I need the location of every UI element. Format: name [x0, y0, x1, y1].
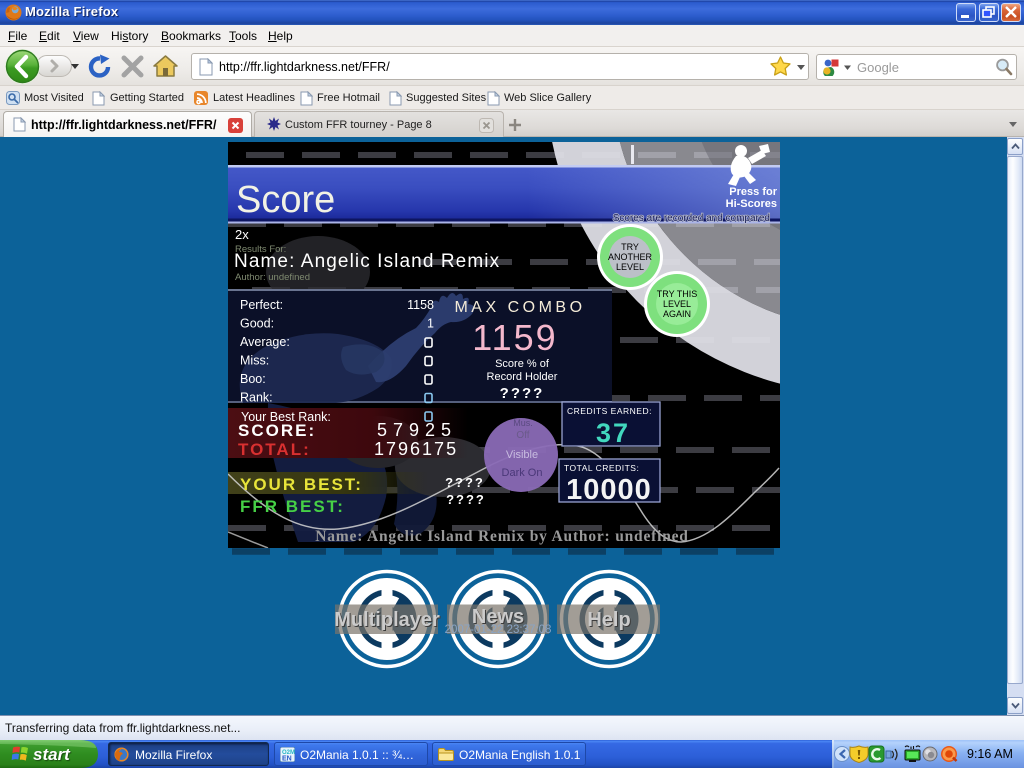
svg-text:1796175: 1796175 — [374, 439, 458, 459]
svg-text:Record Holder: Record Holder — [487, 371, 558, 383]
svg-text:1158: 1158 — [407, 298, 434, 312]
svg-text:Help: Help — [587, 609, 630, 631]
svg-text:Hi-Scores: Hi-Scores — [726, 198, 777, 210]
svg-text:start: start — [33, 745, 71, 764]
svg-text:1159: 1159 — [472, 317, 557, 358]
svg-text:Mus.: Mus. — [513, 418, 533, 428]
svg-text:1: 1 — [427, 317, 434, 331]
svg-text:10000: 10000 — [566, 474, 652, 506]
svg-text:Miss:: Miss: — [240, 354, 269, 368]
svg-text:ANOTHER: ANOTHER — [608, 252, 653, 262]
svg-text:57925: 57925 — [377, 420, 457, 440]
svg-text:TRY: TRY — [621, 242, 639, 252]
svg-text:????: ???? — [445, 475, 485, 490]
svg-text:TOTAL:: TOTAL: — [238, 440, 311, 459]
svg-text:YOUR BEST:: YOUR BEST: — [240, 475, 363, 494]
svg-text:TOTAL CREDITS:: TOTAL CREDITS: — [564, 463, 639, 473]
svg-text:AGAIN: AGAIN — [663, 309, 691, 319]
svg-text:????: ???? — [500, 385, 545, 402]
svg-text:SCORE:: SCORE: — [238, 421, 316, 440]
svg-text:EN: EN — [282, 756, 292, 763]
svg-text:Score: Score — [236, 179, 335, 221]
svg-text:Visible: Visible — [506, 449, 538, 461]
svg-text:MAX COMBO: MAX COMBO — [454, 299, 585, 316]
svg-text:????: ???? — [446, 492, 486, 507]
svg-text:Name: Angelic Island Remix by: Name: Angelic Island Remix by Author: un… — [315, 528, 688, 545]
svg-text:2x: 2x — [235, 227, 249, 242]
svg-text:CREDITS EARNED:: CREDITS EARNED: — [567, 406, 652, 416]
svg-text:Off: Off — [516, 430, 529, 441]
svg-text:Perfect:: Perfect: — [240, 298, 283, 312]
svg-text:Scores are recorded and compar: Scores are recorded and compared — [613, 213, 770, 224]
svg-text:Average:: Average: — [240, 335, 290, 349]
svg-text:TRY THIS: TRY THIS — [657, 289, 698, 299]
svg-text:Rank:: Rank: — [240, 391, 273, 405]
svg-text:Good:: Good: — [240, 317, 274, 331]
svg-text:Dark On: Dark On — [502, 467, 543, 479]
svg-text:LEVEL: LEVEL — [616, 262, 644, 272]
svg-text:2007-01-22 23:37:08: 2007-01-22 23:37:08 — [445, 624, 552, 636]
svg-text:FFR BEST:: FFR BEST: — [240, 497, 345, 516]
svg-text:Press for: Press for — [729, 186, 777, 198]
svg-text:Score % of: Score % of — [495, 358, 550, 370]
svg-text:Author: undefined: Author: undefined — [235, 272, 310, 283]
svg-text:Name: Angelic Island Remix: Name: Angelic Island Remix — [234, 251, 500, 272]
svg-text:Boo:: Boo: — [240, 372, 266, 386]
svg-text:37: 37 — [596, 418, 630, 448]
svg-text:LEVEL: LEVEL — [663, 299, 691, 309]
svg-text:Multiplayer: Multiplayer — [334, 609, 440, 631]
